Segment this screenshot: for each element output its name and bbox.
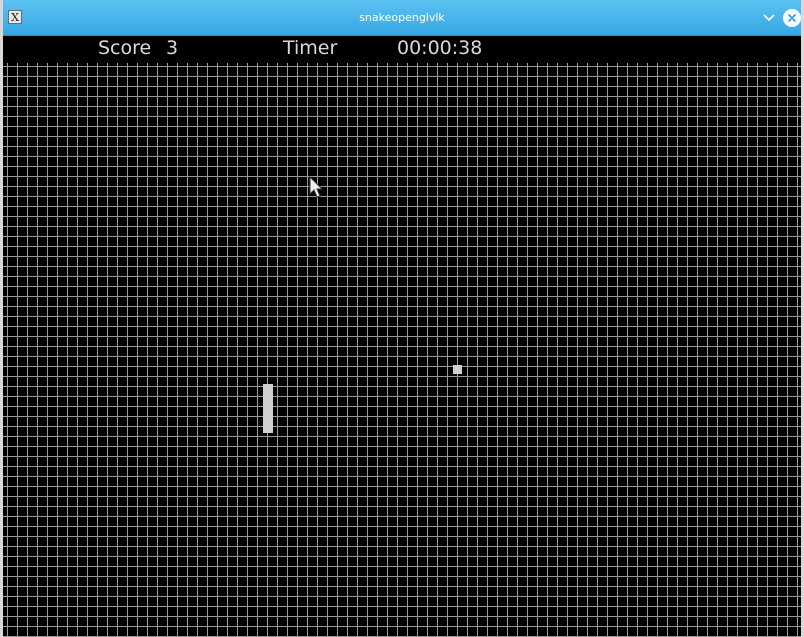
title-bar[interactable]: X snakeopenglvlk bbox=[3, 0, 801, 36]
window-title: snakeopenglvlk bbox=[359, 11, 445, 24]
mouse-cursor-icon bbox=[309, 176, 324, 198]
game-board[interactable] bbox=[3, 63, 801, 637]
snake-body bbox=[263, 384, 273, 433]
game-window: X snakeopenglvlk Score 3 Timer 00:00:38 bbox=[0, 0, 804, 637]
score-value: 3 bbox=[166, 37, 179, 59]
timer-value: 00:00:38 bbox=[397, 37, 483, 59]
food-pellet bbox=[453, 365, 462, 374]
chevron-down-icon[interactable] bbox=[761, 9, 777, 25]
score-label: Score bbox=[98, 37, 152, 59]
timer-label: Timer bbox=[283, 37, 338, 59]
close-icon[interactable] bbox=[783, 9, 801, 27]
hud-bar: Score 3 Timer 00:00:38 bbox=[3, 36, 801, 63]
